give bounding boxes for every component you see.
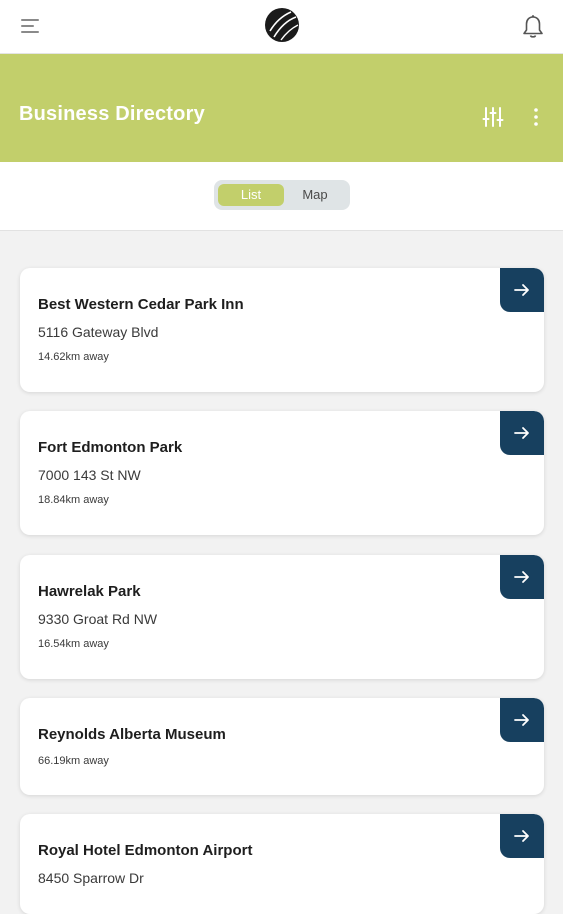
bell-icon[interactable] [521, 14, 545, 40]
business-name: Reynolds Alberta Museum [38, 726, 226, 743]
arrow-right-icon [514, 830, 529, 842]
arrow-right-icon [514, 427, 529, 439]
view-toggle: List Map [214, 180, 350, 210]
business-address: 7000 143 St NW [38, 467, 141, 483]
arrow-right-icon [514, 714, 529, 726]
open-business-button[interactable] [500, 268, 544, 312]
sliders-icon[interactable] [482, 106, 504, 128]
business-name: Royal Hotel Edmonton Airport [38, 842, 253, 859]
top-bar [0, 0, 563, 54]
logo-icon[interactable] [264, 7, 300, 43]
business-distance: 18.84km away [38, 494, 109, 506]
page-header: Business Directory [0, 54, 563, 162]
arrow-right-icon [514, 284, 529, 296]
business-address: 8450 Sparrow Dr [38, 870, 144, 886]
business-card[interactable]: Hawrelak Park 9330 Groat Rd NW 16.54km a… [20, 555, 544, 679]
open-business-button[interactable] [500, 698, 544, 742]
business-card[interactable]: Best Western Cedar Park Inn 5116 Gateway… [20, 268, 544, 392]
view-toggle-bar: List Map [0, 162, 563, 231]
list-view-button[interactable]: List [218, 184, 284, 206]
open-business-button[interactable] [500, 814, 544, 858]
business-name: Hawrelak Park [38, 583, 141, 600]
business-address: 9330 Groat Rd NW [38, 611, 158, 627]
business-name: Fort Edmonton Park [38, 439, 183, 456]
business-distance: 16.54km away [38, 638, 109, 650]
business-distance: 66.19km away [38, 755, 109, 767]
open-business-button[interactable] [500, 555, 544, 599]
open-business-button[interactable] [500, 411, 544, 455]
vertical-dots-icon[interactable] [532, 107, 540, 127]
page-title: Business Directory [19, 103, 205, 125]
business-card[interactable]: Royal Hotel Edmonton Airport 8450 Sparro… [20, 814, 544, 914]
business-name: Best Western Cedar Park Inn [38, 296, 244, 313]
business-card[interactable]: Reynolds Alberta Museum 66.19km away [20, 698, 544, 795]
map-view-button[interactable]: Map [284, 184, 346, 206]
business-distance: 14.62km away [38, 351, 109, 363]
business-card[interactable]: Fort Edmonton Park 7000 143 St NW 18.84k… [20, 411, 544, 535]
business-address: 5116 Gateway Blvd [38, 324, 159, 340]
arrow-right-icon [514, 571, 529, 583]
hamburger-menu-icon[interactable] [21, 19, 41, 35]
